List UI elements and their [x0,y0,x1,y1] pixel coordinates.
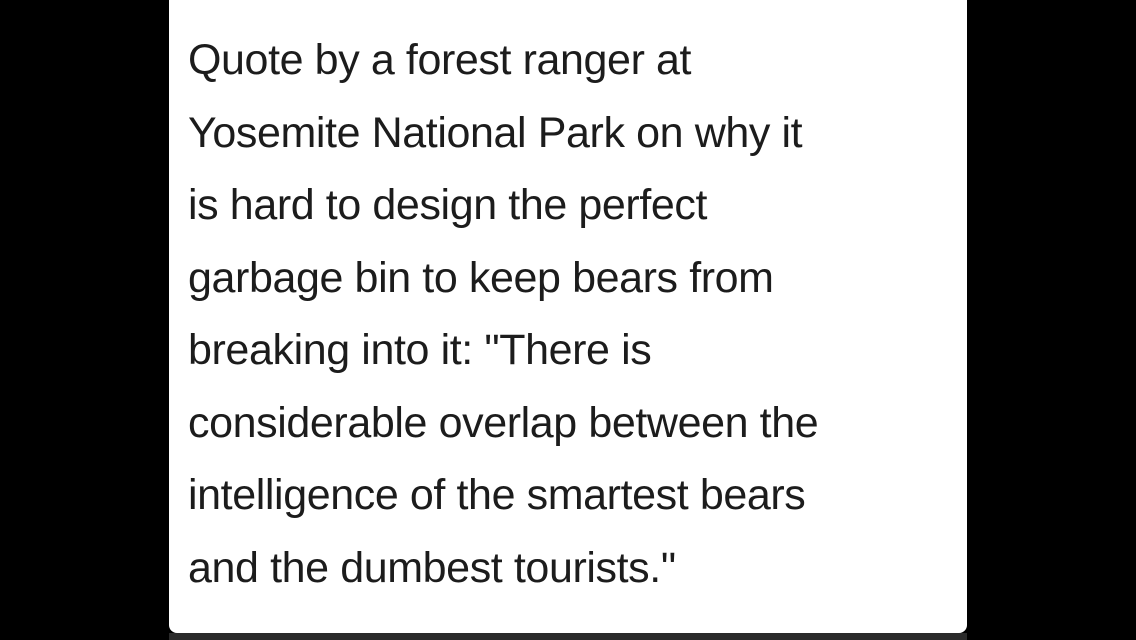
quote-line: Yosemite National Park on why it [188,108,803,157]
quote-card: Quote by a forest ranger at Yosemite Nat… [169,0,967,633]
bottom-divider [169,633,967,640]
quote-line: breaking into it: "There is [188,326,652,374]
quote-line: and the dumbest tourists." [188,543,676,592]
quote-line: garbage bin to keep bears from [188,253,774,302]
quote-line: considerable overlap between the [188,398,819,447]
screenshot-frame: Quote by a forest ranger at Yosemite Nat… [0,0,1136,640]
quote-text: Quote by a forest ranger at Yosemite Nat… [188,24,958,604]
quote-line: Quote by a forest ranger at [188,36,692,84]
quote-line: intelligence of the smartest bears [188,471,806,519]
quote-line: is hard to design the perfect [188,181,708,229]
